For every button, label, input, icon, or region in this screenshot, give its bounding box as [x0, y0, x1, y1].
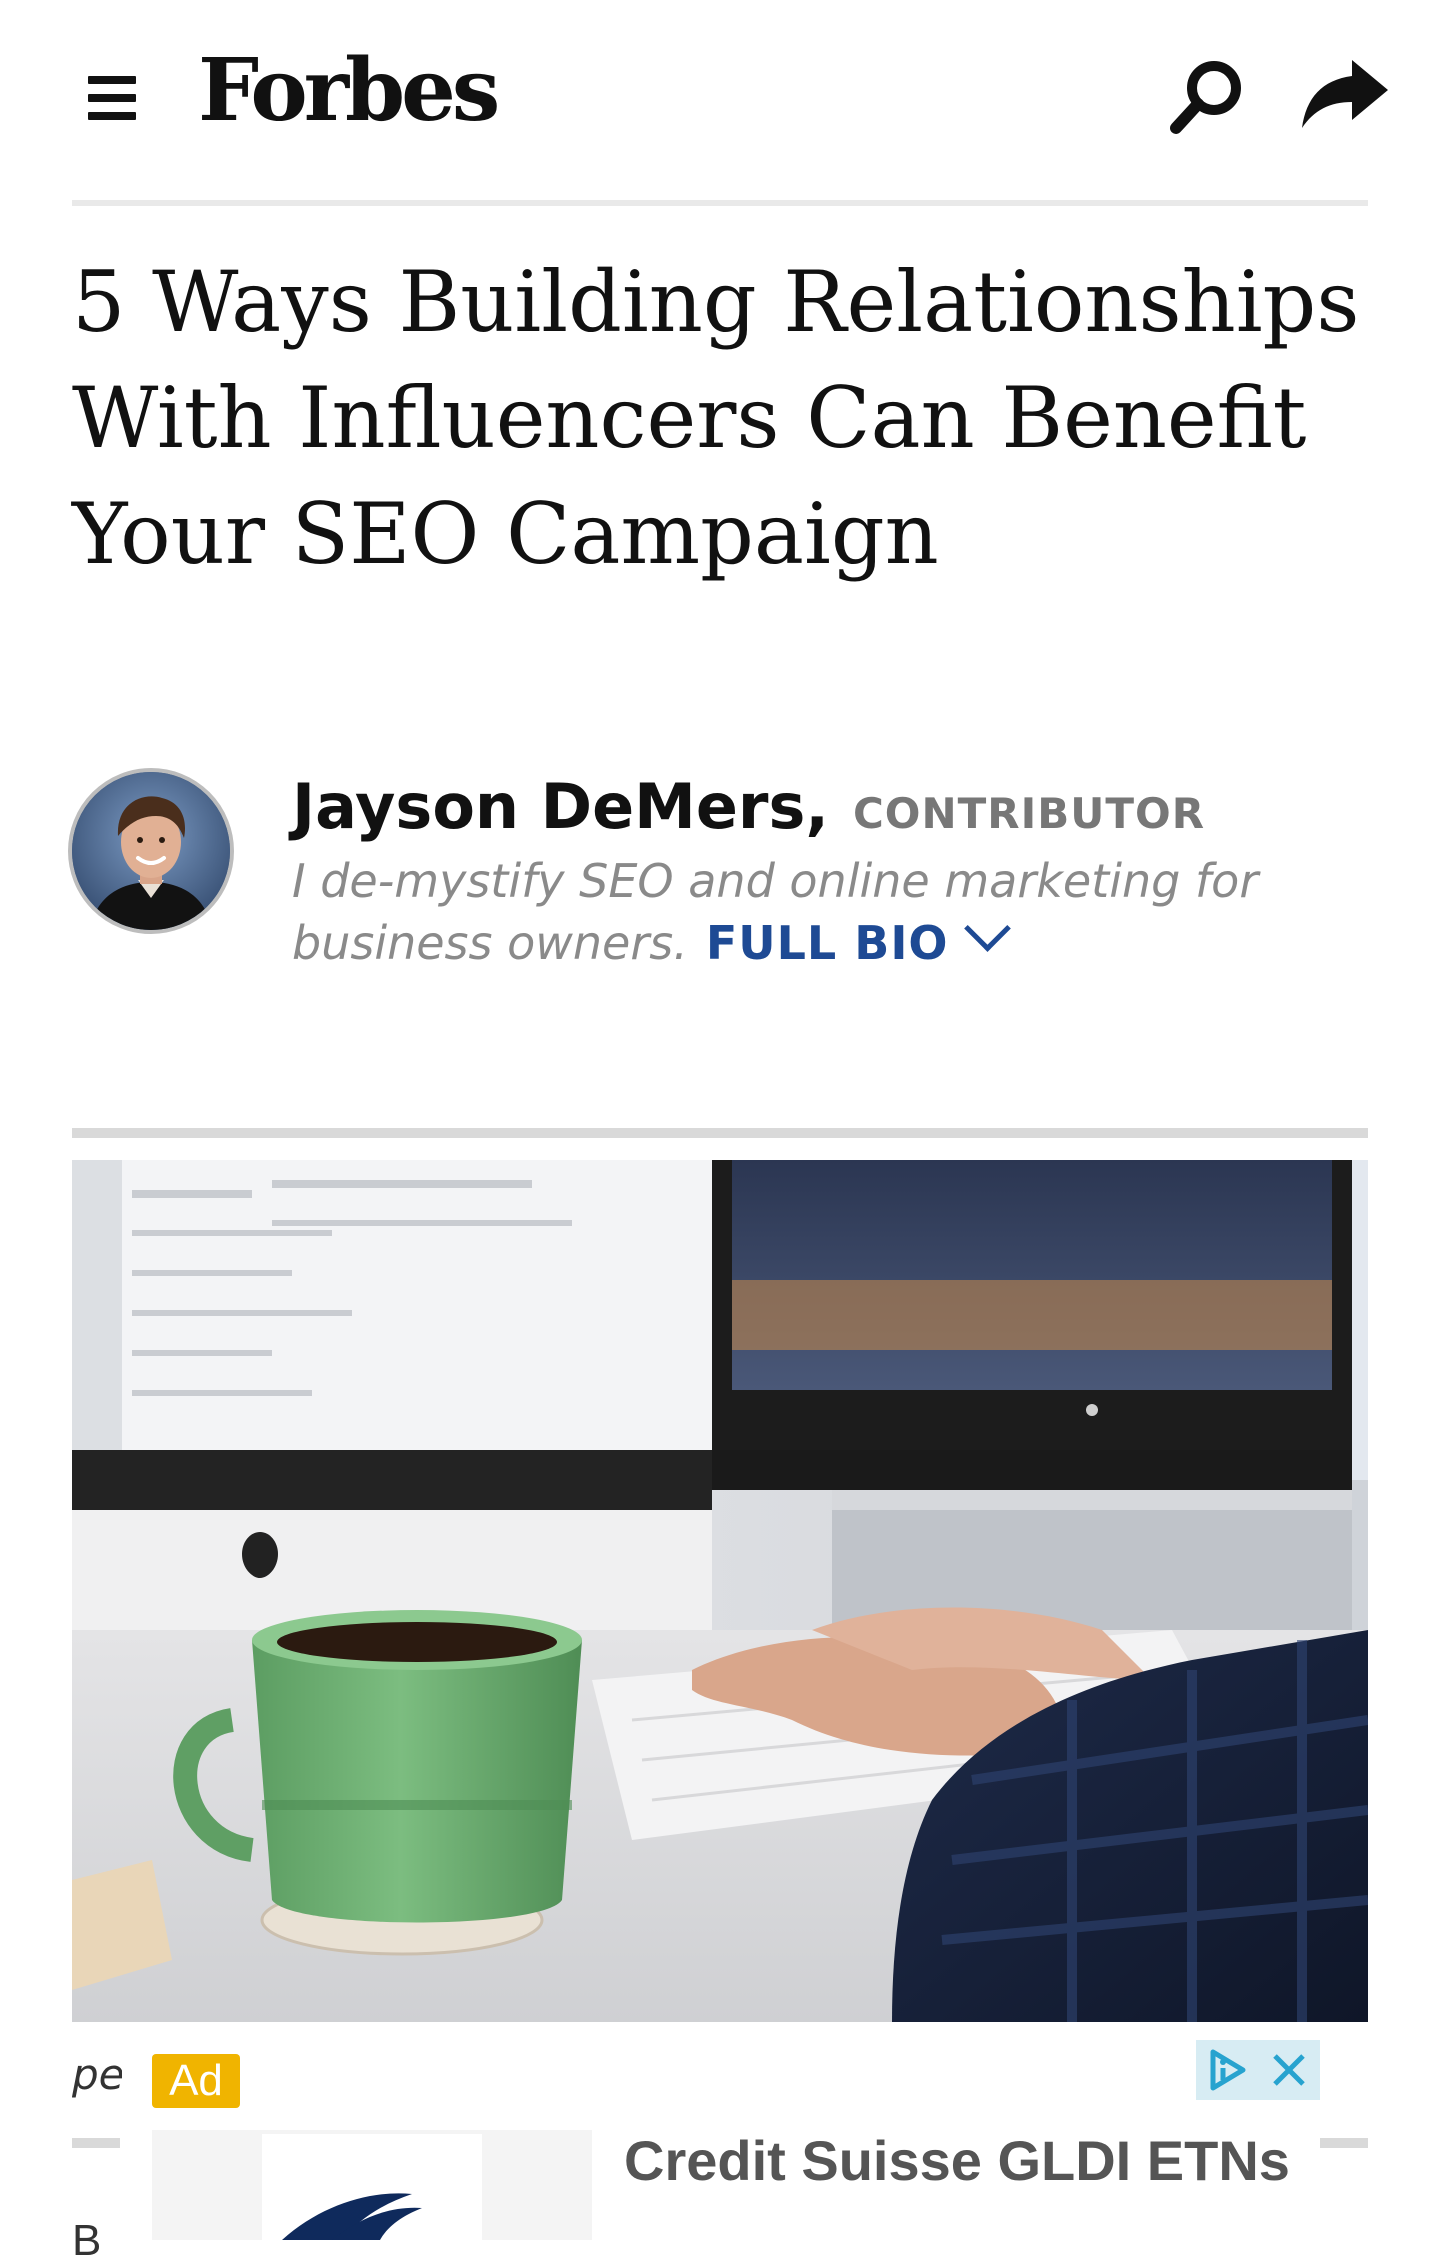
article-title: 5 Ways Building Relationships With Influ… [72, 253, 1360, 583]
ad-headline[interactable]: Credit Suisse GLDI ETNs [624, 2128, 1290, 2193]
header-divider [72, 200, 1368, 206]
ad-badge: Ad [152, 2054, 240, 2108]
image-divider [72, 1128, 1368, 1138]
close-ad-icon[interactable] [1258, 2040, 1320, 2100]
hero-image [72, 1160, 1368, 2022]
author-role: CONTRIBUTOR [852, 789, 1206, 838]
caption-fragment: pe [72, 2050, 122, 2099]
adchoices[interactable] [1196, 2040, 1320, 2100]
search-icon[interactable] [1168, 56, 1248, 136]
divider-stub-left [72, 2138, 120, 2148]
author-name[interactable]: Jayson DeMers, [292, 770, 829, 843]
author-line: Jayson DeMers, CONTRIBUTOR [292, 770, 1205, 843]
chevron-down-icon[interactable] [963, 905, 1011, 952]
author-avatar[interactable] [68, 768, 234, 934]
clipped-text-fragment: B [72, 2216, 102, 2265]
hamburger-menu-icon[interactable] [88, 76, 136, 120]
forbes-logo[interactable]: Forbes [198, 48, 500, 134]
adchoices-icon[interactable] [1196, 2040, 1258, 2100]
ad-logo[interactable] [262, 2134, 482, 2240]
full-bio-link[interactable]: FULL BIO [706, 905, 1011, 970]
divider-stub-right [1320, 2138, 1368, 2148]
full-bio-label[interactable]: FULL BIO [706, 916, 949, 970]
share-arrow-icon[interactable] [1300, 56, 1390, 132]
author-bio: I de-mystify SEO and online marketing fo… [292, 850, 1312, 974]
